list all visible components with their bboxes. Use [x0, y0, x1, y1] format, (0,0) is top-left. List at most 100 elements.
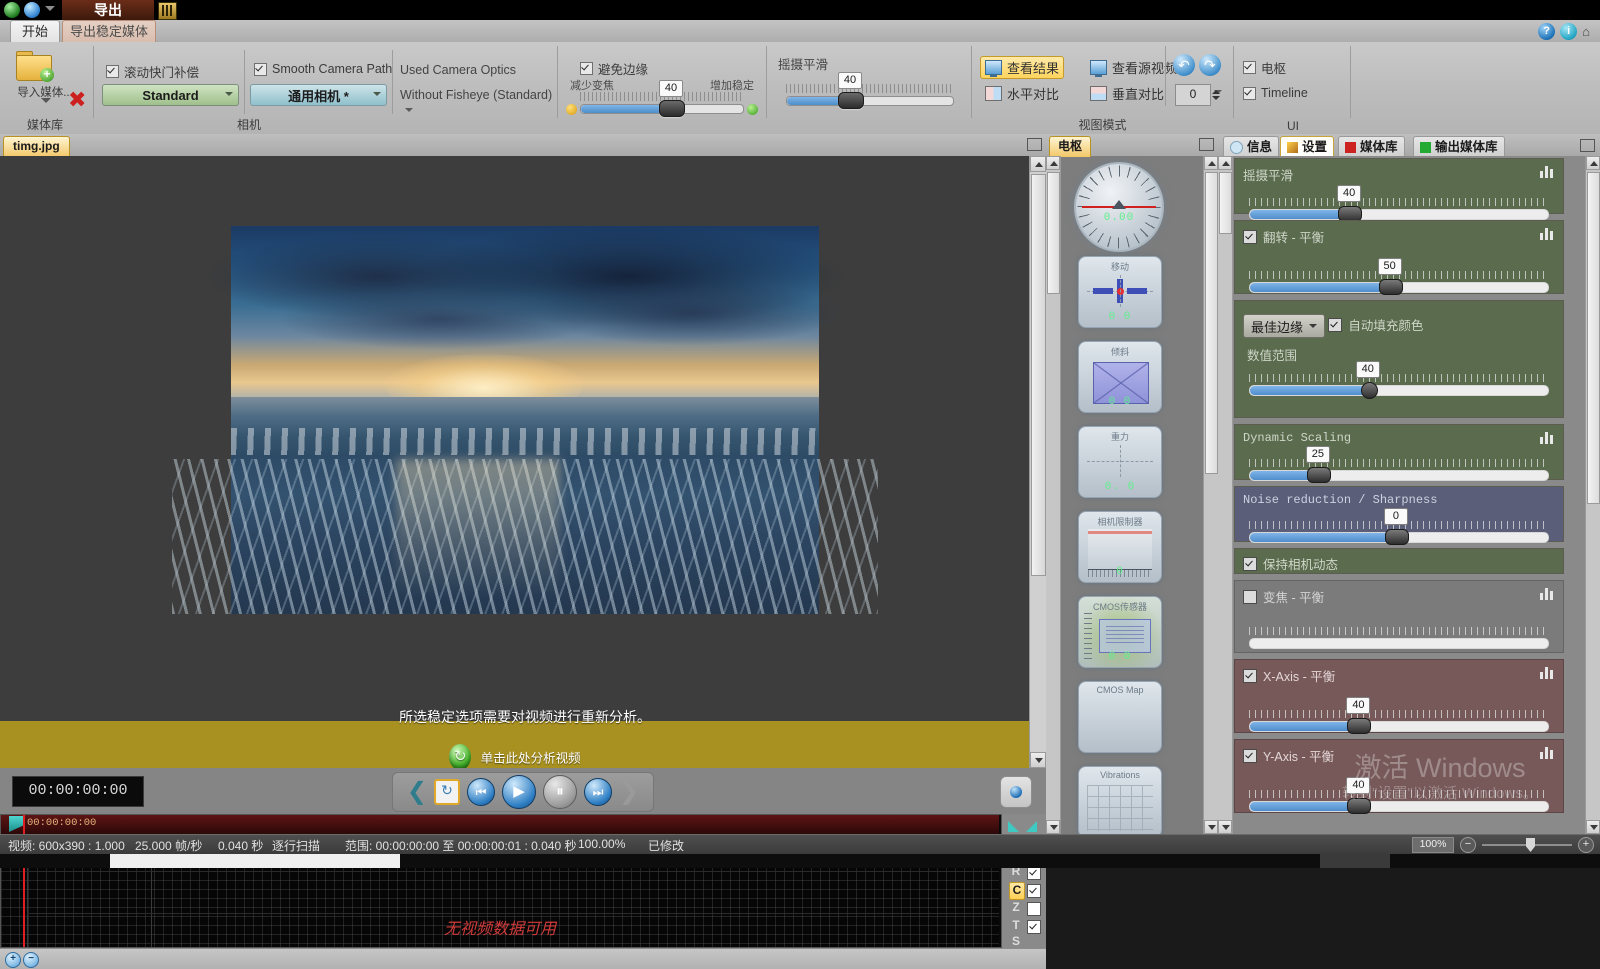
scroll-thumb[interactable] — [1205, 172, 1218, 474]
track-checkbox-c[interactable] — [1027, 884, 1041, 898]
info-icon[interactable]: i — [1560, 23, 1578, 40]
tab-media-library[interactable]: 媒体库 — [1338, 136, 1405, 157]
scroll-up-icon[interactable] — [1204, 156, 1218, 170]
restore-icon[interactable] — [1580, 139, 1595, 152]
triangle-left-icon[interactable] — [1008, 821, 1019, 832]
scroll-up-icon[interactable] — [1030, 156, 1046, 172]
fisheye-dropdown[interactable]: Without Fisheye (Standard) — [400, 88, 554, 116]
avoid-edges-checkbox-box[interactable] — [580, 62, 593, 75]
tilt-gauge[interactable]: 倾斜 0 0 — [1078, 341, 1162, 413]
card-keep-camera-motion[interactable]: 保持相机动态 — [1234, 548, 1564, 574]
scroll-thumb[interactable] — [1219, 172, 1232, 234]
tab-home[interactable]: 开始 — [10, 20, 60, 43]
smooth-camera-path-checkbox[interactable]: Smooth Camera Path — [254, 62, 392, 76]
zoom-slider[interactable] — [1482, 838, 1572, 852]
zoom-balance-checkbox[interactable]: 变焦 - 平衡 — [1243, 587, 1324, 606]
tab-output-media-library[interactable]: 输出媒体库 — [1413, 136, 1505, 157]
chart-icon[interactable] — [1540, 666, 1556, 679]
chevron-left-icon[interactable]: ❮ — [407, 780, 427, 804]
camera-profile-dropdown[interactable]: 通用相机 * — [250, 84, 387, 106]
scroll-up-icon[interactable] — [1218, 156, 1232, 170]
cmos-map-gauge[interactable]: CMOS Map — [1078, 681, 1162, 753]
quick-access-caret-icon[interactable] — [45, 6, 55, 11]
card-x-axis-balance[interactable]: X-Axis - 平衡 40 — [1234, 659, 1564, 734]
scroll-down-icon[interactable] — [1030, 752, 1046, 768]
chevron-right-icon[interactable]: ❯ — [619, 780, 639, 804]
status-zoom-control[interactable]: 100% − + — [1412, 835, 1594, 855]
remove-media-icon[interactable]: ✖ — [68, 89, 86, 111]
scroll-thumb[interactable] — [1047, 172, 1060, 294]
auto-fill-color-checkbox[interactable]: 自动填充颜色 — [1328, 315, 1423, 334]
rotation-balance-checkbox-box[interactable] — [1243, 229, 1257, 244]
scroll-up-icon[interactable] — [1046, 156, 1060, 170]
gravity-gauge[interactable]: 重力 0. 0 — [1078, 426, 1162, 498]
track-toggle-row[interactable]: Z — [1006, 900, 1046, 917]
history-steps-value[interactable]: 0 — [1175, 84, 1211, 106]
loop-icon[interactable] — [434, 779, 460, 805]
stage-vertical-scrollbar[interactable] — [1029, 156, 1046, 768]
home-icon[interactable]: ⌂ — [1582, 24, 1590, 39]
import-media-icon[interactable]: + — [14, 50, 54, 82]
timeline-ruler[interactable]: 00:00:00:00 — [1, 815, 999, 836]
import-media-dropdown-caret-icon[interactable] — [41, 98, 51, 103]
zoom-balance-checkbox-box[interactable] — [1243, 589, 1257, 604]
chevron-down-icon[interactable] — [1309, 324, 1318, 328]
chart-icon[interactable] — [1540, 227, 1556, 240]
track-letter-t[interactable]: T — [1009, 918, 1023, 934]
move-gauge[interactable]: 移动 0 0 — [1078, 256, 1162, 328]
avoid-edges-slider[interactable]: 40 — [566, 80, 758, 117]
help-icon[interactable]: ? — [1538, 23, 1556, 40]
armature-scrollbar-right[interactable] — [1203, 156, 1218, 834]
rotation-balance-slider[interactable]: 50 — [1243, 257, 1555, 299]
taskbar-item[interactable] — [110, 854, 400, 868]
stepper-arrows[interactable] — [1212, 90, 1220, 100]
redo-icon[interactable]: ↷ — [1199, 54, 1221, 76]
chevron-down-icon[interactable] — [373, 92, 381, 96]
track-toggle-row[interactable]: T — [1006, 918, 1046, 935]
ui-armature-checkbox-box[interactable] — [1243, 61, 1256, 74]
smooth-camera-path-checkbox-box[interactable] — [254, 62, 267, 76]
restore-icon[interactable] — [1199, 138, 1214, 151]
file-tab-timg[interactable]: timg.jpg — [3, 136, 70, 157]
track-letter-z[interactable]: Z — [1009, 900, 1023, 916]
noise-reduction-slider[interactable]: 0 — [1243, 508, 1555, 549]
chevron-down-icon[interactable] — [405, 107, 413, 112]
export-title-tab[interactable]: 导出 — [62, 0, 154, 20]
chart-icon[interactable] — [1540, 587, 1556, 600]
keep-camera-motion-checkbox-box[interactable] — [1243, 556, 1257, 571]
value-range-slider[interactable]: 40 — [1243, 361, 1555, 402]
rotation-dial[interactable]: 0.00 — [1074, 162, 1164, 252]
x-axis-slider[interactable]: 40 — [1243, 696, 1555, 738]
vertical-compare-button[interactable]: 垂直对比 — [1085, 82, 1169, 105]
ui-timeline-checkbox[interactable]: Timeline — [1243, 86, 1308, 100]
view-result-button[interactable]: 查看结果 — [980, 56, 1065, 79]
scroll-down-icon[interactable] — [1046, 820, 1060, 834]
track-checkbox-r[interactable] — [1027, 866, 1041, 880]
card-pan-smoothing[interactable]: 摇摄平滑 40 — [1234, 158, 1564, 222]
scroll-up-icon[interactable] — [1586, 156, 1600, 170]
taskbar-tray[interactable] — [1320, 854, 1390, 868]
card-rotation-balance[interactable]: 翻转 - 平衡 50 — [1234, 220, 1564, 295]
restore-icon[interactable] — [1027, 138, 1042, 151]
settings-scrollbar-left[interactable] — [1218, 156, 1233, 834]
tab-export-stable-media[interactable]: 导出稳定媒体 — [62, 20, 156, 43]
vibrations-gauge[interactable]: Vibrations — [1078, 766, 1162, 834]
card-y-axis-balance[interactable]: Y-Axis - 平衡 40 — [1234, 739, 1564, 814]
rotation-balance-checkbox[interactable]: 翻转 - 平衡 — [1243, 227, 1324, 246]
zoom-out-icon[interactable]: − — [23, 952, 39, 968]
analyze-video-link[interactable]: 单击此处分析视频 — [0, 744, 1030, 768]
plus-circle-icon[interactable]: + — [1578, 837, 1594, 853]
settings-scrollbar-right[interactable] — [1585, 156, 1600, 834]
card-dynamic-scaling[interactable]: Dynamic Scaling 25 — [1234, 424, 1564, 483]
rolling-shutter-checkbox[interactable]: 滚动快门补偿 — [106, 62, 199, 81]
status-zoom-value[interactable]: 100% — [1412, 837, 1454, 853]
pause-icon[interactable]: ⏸ — [543, 775, 577, 809]
rolling-shutter-preset-dropdown[interactable]: Standard — [102, 84, 239, 106]
chart-icon[interactable] — [1540, 165, 1556, 178]
skip-back-icon[interactable]: ⏮ — [467, 778, 495, 806]
y-axis-slider[interactable]: 40 — [1243, 776, 1555, 818]
pan-smoothing-slider[interactable]: 40 — [772, 72, 968, 109]
cmos-sensor-gauge[interactable]: CMOS传感器 0 0 — [1078, 596, 1162, 668]
chart-icon[interactable] — [1540, 431, 1556, 444]
track-letter-c[interactable]: C — [1009, 882, 1025, 900]
